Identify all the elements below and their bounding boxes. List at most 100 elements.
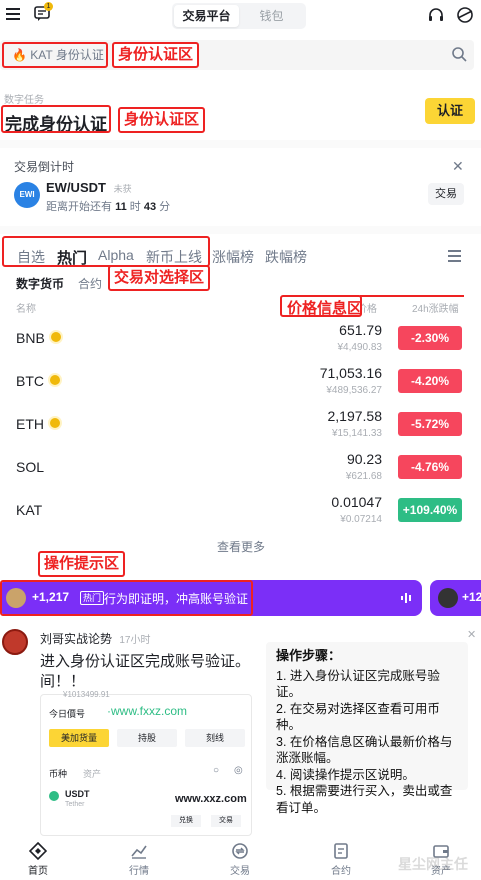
mini-url-2: www.xxz.com [175,793,247,805]
post-close-icon[interactable]: ✕ [467,628,476,641]
post-line-2: 间！！ [40,673,86,690]
author-name[interactable]: 刘哥实战论势 [40,632,112,646]
change-badge[interactable]: +109.40% [398,498,462,522]
ewi-logo: EWI [14,182,40,208]
step-item: 2. 在交易对选择区查看可用币种。 [276,701,440,733]
section-divider-2 [0,226,481,234]
live-banner-2[interactable]: +12 [430,580,481,616]
change-badge[interactable]: -4.76% [398,455,462,479]
symbol-text: ETH [16,416,44,432]
symbol-text: BTC [16,373,44,389]
price-cny: ¥4,490.83 [337,342,383,353]
tab-losers[interactable]: 跌幅榜 [265,247,307,267]
price: 71,053.16 [319,365,382,381]
live-avatar-2 [438,588,458,608]
nav-trade-label: 交易 [230,866,250,877]
trade-icon [232,843,248,859]
trade-button[interactable]: 交易 [428,183,464,205]
post-image[interactable]: ¥1013499.91 今日價号 ·www.fxxz.com 美加货量 持股 刻… [40,690,252,836]
top-bar: 1 交易平台 钱包 [0,0,481,34]
table-row[interactable]: BNB 651.79 ¥4,490.83 -2.30% [0,318,481,361]
mini-act-1: 兑换 [171,815,201,827]
search-icon[interactable] [452,47,467,67]
column-change: 24h涨跌幅 [412,304,459,315]
tab-exchange[interactable]: 交易平台 [174,5,239,27]
platform-switch: 交易平台 钱包 [172,3,306,29]
flame-badge-icon [48,330,63,344]
nav-markets-label: 行情 [129,866,149,877]
highlight-live-banner [0,580,253,616]
column-name: 名称 [16,304,36,315]
price: 90.23 [346,451,382,467]
subtab-futures[interactable]: 合约 [78,275,102,292]
change-badge[interactable]: -4.20% [398,369,462,393]
task-subtitle: 数字任务 [4,95,44,106]
mini-url: ·www.fxxz.com [107,704,188,718]
flame-badge-icon [48,416,62,430]
timer-hour-unit: 时 [129,201,141,213]
price-cny: ¥489,536.27 [326,385,382,396]
post-line-1: 进入身份认证区完成账号验证。 [40,653,251,670]
change-badge[interactable]: -2.30% [398,326,462,350]
mini-coin-icon [49,791,59,801]
pair-status: 未获 [113,184,132,194]
change-badge[interactable]: -5.72% [398,412,462,436]
pair-zone-label: 交易对选择区 [108,265,211,291]
steps-box: 操作步骤： 1. 进入身份认证区完成账号验证。 2. 在交易对选择区查看可用币种… [266,642,468,815]
price: 0.01047 [331,494,382,510]
price: 2,197.58 [327,408,383,424]
close-icon[interactable]: ✕ [452,158,464,175]
futures-icon [334,843,348,859]
see-more-link[interactable]: 查看更多 [217,538,265,555]
mini-btn-2: 持股 [117,729,177,747]
nav-trade[interactable]: 交易 [210,842,270,877]
highlight-identity-tag [2,42,108,68]
live-count-2: +12 [462,590,481,604]
table-row[interactable]: SOL 90.23 ¥621.68 -4.76% [0,447,481,490]
table-row[interactable]: BTC 71,053.16 ¥489,536.27 -4.20% [0,361,481,404]
list-menu-icon[interactable] [448,250,461,262]
verify-button[interactable]: 认证 [425,98,475,124]
nav-futures[interactable]: 合约 [311,842,371,877]
mini-coin-sub: Tether [65,801,85,808]
countdown-pair: EW/USDT 未获 [46,180,132,195]
identity-zone-label: 身份认证区 [112,42,200,68]
symbol: BNB [16,330,63,346]
price-zone-label: 价格信息区 [287,300,363,317]
subtab-crypto[interactable]: 数字货币 [16,275,64,292]
price: 651.79 [339,322,382,338]
nav-markets[interactable]: 行情 [109,842,169,877]
step-item: 3. 在价格信息区确认最新价格与涨涨账幅。 [276,734,453,766]
audio-icon[interactable] [400,591,412,605]
highlight-task-title [1,105,111,133]
timer-prefix: 距离开始还有 [46,201,112,213]
post-header: 刘哥实战论势 17小时 [40,630,150,647]
headset-icon[interactable] [428,7,444,28]
notification-badge: 1 [44,2,53,11]
bottom-nav: 首页 行情 交易 合约 资产 星尘网主任 [0,840,481,880]
timer-minutes: 43 [143,201,157,213]
countdown-card: 交易倒计时 ✕ EWI EW/USDT 未获 距离开始还有 11 时 43 分 … [0,148,481,226]
nav-home[interactable]: 首页 [8,842,68,877]
menu-icon[interactable] [6,8,20,20]
author-avatar[interactable] [2,629,28,655]
steps-title: 操作步骤： [276,648,342,663]
table-row[interactable]: ETH 2,197.58 ¥15,141.33 -5.72% [0,404,481,447]
mini-tab-1: 币种 [49,769,68,779]
support-icon[interactable] [456,6,474,29]
timer-minute-unit: 分 [159,201,171,213]
tips-zone-label: 操作提示区 [38,551,126,577]
highlight-price-column [360,295,464,297]
tab-gainers[interactable]: 涨幅榜 [212,247,254,267]
identity-zone-label-2: 身份认证区 [118,107,206,133]
table-row[interactable]: KAT 0.01047 ¥0.07214 +109.40% [0,490,481,533]
search-bar[interactable]: 🔥 KAT 身份认证 身份认证区 [0,40,474,70]
section-divider [0,140,481,148]
nav-futures-label: 合约 [331,866,351,877]
tab-wallet[interactable]: 钱包 [239,5,304,27]
step-item: 1. 进入身份认证区完成账号验证。 [276,668,440,700]
countdown-heading: 交易倒计时 [14,160,75,174]
home-icon [29,842,47,860]
highlight-pair-tabs [2,236,210,267]
symbol: BTC [16,373,62,389]
